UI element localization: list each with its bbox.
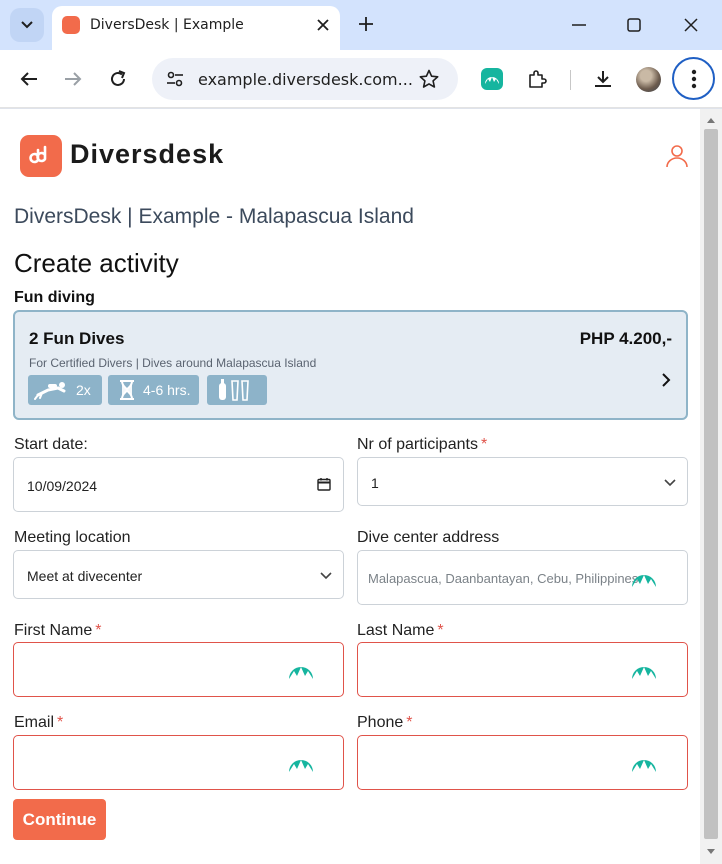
dives-count: 2x	[76, 382, 91, 398]
dive-center-address-label: Dive center address	[357, 529, 500, 546]
site-info-button[interactable]	[160, 64, 190, 94]
reload-icon	[111, 70, 126, 86]
close-tab-button[interactable]	[312, 14, 334, 36]
meeting-location-label: Meeting location	[14, 529, 131, 546]
nordpass-autofill-icon[interactable]	[630, 750, 658, 778]
star-icon	[419, 69, 439, 88]
diversdesk-logo[interactable]	[20, 135, 62, 177]
downloads-button[interactable]	[586, 62, 620, 96]
chevron-right-icon[interactable]	[658, 370, 674, 390]
start-date-label: Start date:	[14, 436, 88, 453]
extensions-button[interactable]	[520, 62, 554, 96]
nordpass-autofill-icon[interactable]	[287, 657, 315, 685]
puzzle-icon	[529, 70, 547, 88]
address-bar[interactable]: example.diversdesk.com...	[152, 58, 458, 100]
first-name-input[interactable]	[13, 642, 344, 697]
bookmark-button[interactable]	[414, 64, 444, 94]
minimize-icon	[572, 24, 586, 26]
email-input[interactable]	[13, 735, 344, 790]
scroll-down-button[interactable]	[704, 845, 718, 859]
maximize-icon	[627, 18, 641, 32]
dd-logo-icon	[29, 145, 47, 164]
close-window-button[interactable]	[674, 10, 708, 40]
participants-select[interactable]: 1	[357, 457, 688, 506]
more-vert-icon	[691, 69, 696, 88]
page-viewport: Diversdesk DiversDesk | Example - Malapa…	[0, 109, 700, 864]
email-label: Email *	[14, 714, 64, 731]
continue-button[interactable]: Continue	[13, 799, 106, 840]
arrow-left-icon	[20, 72, 37, 86]
meeting-location-select[interactable]: Meet at divecenter	[13, 550, 344, 599]
activity-card[interactable]: 2 Fun Dives PHP 4.200,- For Certified Di…	[13, 310, 688, 420]
last-name-input[interactable]	[357, 642, 688, 697]
user-account-button[interactable]	[664, 143, 690, 169]
dive-center-address-field[interactable]: Malapascua, Daanbantayan, Cebu, Philippi…	[357, 550, 688, 605]
browser-tab[interactable]: DiversDesk | Example	[52, 6, 340, 50]
nordpass-autofill-icon[interactable]	[630, 565, 658, 593]
minimize-button[interactable]	[562, 10, 596, 40]
scroll-thumb[interactable]	[704, 129, 718, 839]
forward-button[interactable]	[56, 62, 90, 96]
dive-center-address-value: Malapascua, Daanbantayan, Cebu, Philippi…	[368, 571, 639, 586]
mountain-icon	[485, 77, 499, 84]
nordpass-autofill-icon[interactable]	[630, 657, 658, 685]
phone-input[interactable]	[357, 735, 688, 790]
new-tab-button[interactable]	[352, 10, 380, 38]
tank-fins-icon	[219, 379, 249, 401]
close-icon	[317, 19, 329, 31]
meeting-location-value: Meet at divecenter	[27, 568, 143, 584]
tab-bar: DiversDesk | Example	[0, 0, 722, 50]
brand-name[interactable]: Diversdesk	[70, 139, 224, 170]
profile-avatar[interactable]	[636, 67, 661, 92]
nordpass-extension-icon[interactable]	[481, 68, 503, 90]
section-label: Fun diving	[14, 289, 95, 306]
duration-value: 4-6 hrs.	[143, 382, 191, 398]
hourglass-icon	[120, 380, 134, 400]
maximize-button[interactable]	[617, 10, 651, 40]
chevron-down-icon	[320, 572, 332, 580]
activity-description: For Certified Divers | Dives around Mala…	[29, 356, 317, 370]
equipment-chip	[207, 375, 267, 405]
activity-price: PHP 4.200,-	[579, 329, 672, 348]
arrow-right-icon	[65, 72, 82, 86]
first-name-label: First Name *	[14, 622, 102, 639]
participants-value: 1	[371, 475, 379, 491]
site-title: DiversDesk | Example - Malapascua Island	[14, 205, 414, 228]
nordpass-autofill-icon[interactable]	[287, 750, 315, 778]
caret-down-icon	[707, 849, 715, 854]
start-date-value: 10/09/2024	[27, 478, 98, 494]
caret-up-icon	[707, 118, 715, 123]
last-name-label: Last Name *	[357, 622, 444, 639]
participants-label: Nr of participants *	[357, 436, 488, 453]
close-icon	[684, 18, 698, 32]
dives-chip: 2x	[28, 375, 102, 405]
download-icon	[595, 71, 611, 87]
url-text[interactable]: example.diversdesk.com...	[198, 70, 413, 89]
toolbar-divider	[570, 70, 571, 90]
reload-button[interactable]	[101, 62, 135, 96]
tab-search-button[interactable]	[10, 8, 44, 42]
calendar-icon[interactable]	[317, 477, 331, 491]
page-title: Create activity	[14, 248, 179, 278]
diversdesk-favicon	[62, 16, 80, 34]
activity-name: 2 Fun Dives	[29, 329, 125, 348]
chevron-down-icon	[21, 21, 33, 29]
plus-icon	[359, 17, 373, 31]
page-scrollbar[interactable]	[700, 109, 722, 864]
tab-title: DiversDesk | Example	[90, 17, 244, 33]
duration-chip: 4-6 hrs.	[108, 375, 199, 405]
back-button[interactable]	[12, 62, 46, 96]
chevron-down-icon	[664, 479, 676, 487]
start-date-input[interactable]: 10/09/2024	[13, 457, 344, 512]
user-icon	[666, 145, 688, 168]
phone-label: Phone *	[357, 714, 413, 731]
scroll-up-button[interactable]	[704, 113, 718, 127]
tune-icon	[167, 71, 183, 87]
diver-icon	[34, 382, 66, 400]
browser-menu-button[interactable]	[672, 57, 715, 100]
